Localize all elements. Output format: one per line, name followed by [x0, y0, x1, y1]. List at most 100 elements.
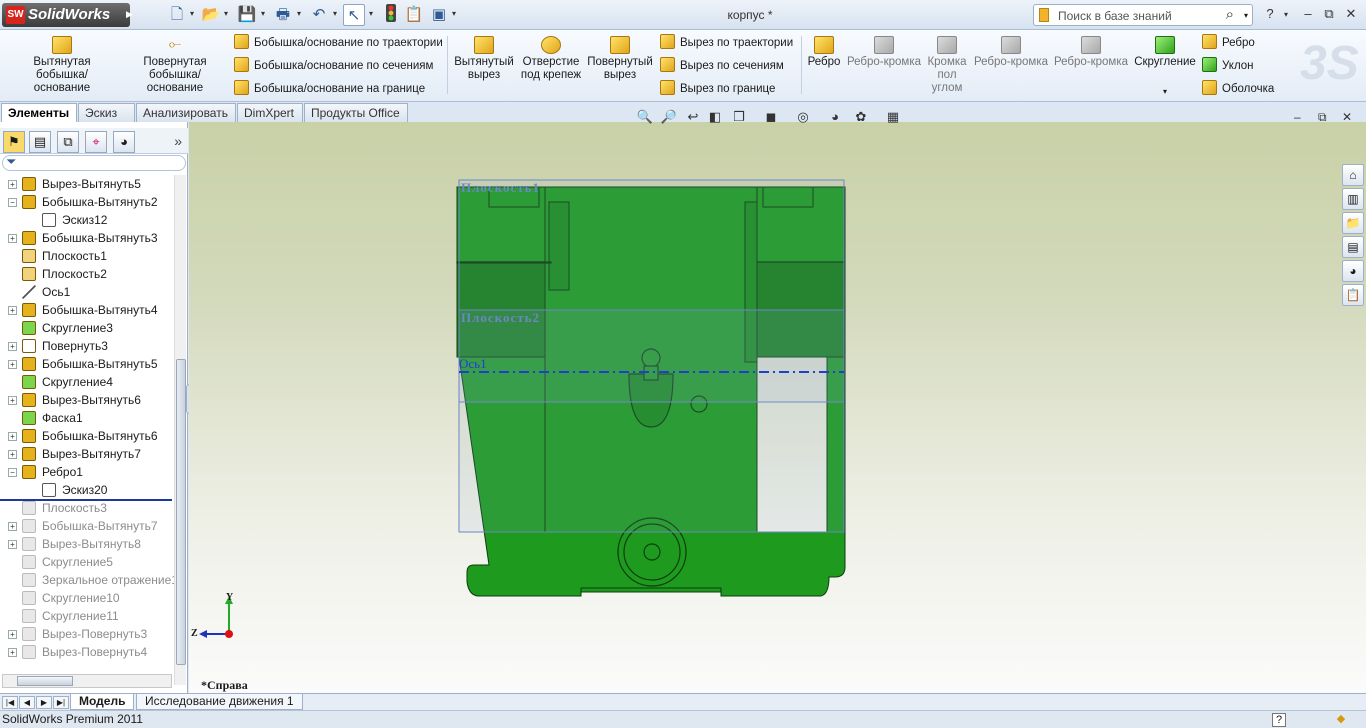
fillet-dropdown-icon[interactable]: ▾: [1132, 85, 1198, 98]
tab-evaluate[interactable]: Анализировать: [136, 103, 236, 122]
tab-features[interactable]: Элементы: [1, 103, 77, 122]
tree-item[interactable]: Скругление5: [0, 553, 174, 571]
fillet-button[interactable]: Скругление ▾: [1132, 36, 1198, 98]
search-dropdown-icon[interactable]: ▾: [1244, 11, 1248, 20]
rib-button[interactable]: Ребро: [806, 36, 842, 69]
tree-item[interactable]: + Вырез-Повернуть4: [0, 643, 174, 661]
view-settings-icon[interactable]: ▦: [884, 108, 902, 126]
tree-item[interactable]: Эскиз20: [0, 481, 174, 499]
open-dropdown-icon[interactable]: ▾: [224, 9, 228, 18]
swept-boss-button[interactable]: Бобышка/основание по траектории: [234, 34, 443, 51]
menu-arrow-icon[interactable]: ▶: [126, 9, 133, 20]
tree-item[interactable]: Плоскость3: [0, 499, 174, 517]
revolved-cut-button[interactable]: Повернутый вырез: [586, 36, 654, 82]
zoom-to-area-icon[interactable]: 🔎: [660, 108, 678, 126]
undo-icon[interactable]: ↶: [308, 4, 330, 26]
zoom-to-fit-icon[interactable]: 🔍: [636, 108, 654, 126]
tag-icon[interactable]: ◆: [1334, 713, 1348, 727]
knowledge-base-search[interactable]: Поиск в базе знаний ⌕ ▾: [1033, 4, 1253, 26]
new-dropdown-icon[interactable]: ▾: [190, 9, 194, 18]
rib-edge-button-3[interactable]: Ребро-кромка: [1052, 36, 1130, 69]
tree-item[interactable]: + Бобышка-Вытянуть7: [0, 517, 174, 535]
expand-icon[interactable]: +: [8, 540, 17, 549]
collapse-icon[interactable]: −: [8, 468, 17, 477]
tree-item[interactable]: − Бобышка-Вытянуть2: [0, 193, 174, 211]
expand-icon[interactable]: +: [8, 648, 17, 657]
configuration-manager-tab-icon[interactable]: ⧉: [57, 131, 79, 153]
shell-button[interactable]: Оболочка: [1202, 80, 1274, 97]
collapse-icon[interactable]: −: [8, 198, 17, 207]
tree-item[interactable]: + Вырез-Вытянуть8: [0, 535, 174, 553]
previous-view-icon[interactable]: ↩: [684, 108, 702, 126]
print-dropdown-icon[interactable]: ▾: [297, 9, 301, 18]
tree-item[interactable]: + Бобышка-Вытянуть5: [0, 355, 174, 373]
edit-appearance-icon[interactable]: ◕: [826, 108, 844, 126]
file-properties-icon[interactable]: 📋: [403, 4, 425, 26]
tree-item[interactable]: − Ребро1: [0, 463, 174, 481]
options-dropdown-icon[interactable]: ▾: [452, 9, 456, 18]
tab-motion-study[interactable]: Исследование движения 1: [136, 694, 303, 710]
prev-tab-icon[interactable]: ◀: [19, 696, 35, 709]
tree-item[interactable]: + Вырез-Вытянуть6: [0, 391, 174, 409]
tab-model[interactable]: Модель: [70, 694, 135, 710]
tree-item[interactable]: Скругление3: [0, 319, 174, 337]
viewport-minimize-icon[interactable]: –: [1294, 110, 1301, 124]
rollback-bar[interactable]: [0, 499, 172, 501]
close-icon[interactable]: ✕: [1343, 6, 1359, 22]
tree-item[interactable]: Скругление4: [0, 373, 174, 391]
apply-scene-icon[interactable]: ✿: [852, 108, 870, 126]
next-tab-icon[interactable]: ▶: [36, 696, 52, 709]
viewport-restore-icon[interactable]: ⧉: [1318, 110, 1327, 125]
save-dropdown-icon[interactable]: ▾: [261, 9, 265, 18]
design-library-icon[interactable]: ▥: [1342, 188, 1364, 210]
tab-sketch[interactable]: Эскиз: [78, 103, 135, 122]
viewport-close-icon[interactable]: ✕: [1342, 110, 1352, 124]
options-icon[interactable]: ▣: [428, 4, 450, 26]
tree-item[interactable]: + Повернуть3: [0, 337, 174, 355]
extruded-cut-button[interactable]: Вытянутый вырез: [452, 36, 516, 82]
feature-manager-tab-icon[interactable]: ⚑: [3, 131, 25, 153]
tree-filter-field[interactable]: ⏷: [2, 155, 186, 171]
rib-edge-button-2[interactable]: Ребро-кромка: [972, 36, 1050, 69]
view-orientation-icon[interactable]: ❒: [730, 108, 748, 126]
tree-item[interactable]: + Вырез-Повернуть3: [0, 625, 174, 643]
scrollbar-thumb[interactable]: [17, 676, 73, 686]
hide-show-items-icon[interactable]: ◎: [794, 108, 812, 126]
search-icon[interactable]: ⌕: [1226, 6, 1234, 23]
expand-icon[interactable]: +: [8, 234, 17, 243]
axis1-label[interactable]: Ось1: [459, 356, 487, 372]
hole-wizard-button[interactable]: Отверстие под крепеж: [520, 36, 582, 82]
tree-item[interactable]: Скругление10: [0, 589, 174, 607]
dimxpert-manager-tab-icon[interactable]: ⌖: [85, 131, 107, 153]
tree-item[interactable]: + Бобышка-Вытянуть3: [0, 229, 174, 247]
new-document-icon[interactable]: 🗋: [166, 4, 188, 26]
display-style-icon[interactable]: ◼: [762, 108, 780, 126]
home-icon[interactable]: ⌂: [1342, 164, 1364, 186]
rib-small-button[interactable]: Ребро: [1202, 34, 1255, 51]
solidworks-menu-button[interactable]: SW SolidWorks: [2, 3, 130, 27]
tree-item[interactable]: Плоскость1: [0, 247, 174, 265]
expand-icon[interactable]: +: [8, 342, 17, 351]
restore-icon[interactable]: ⧉: [1321, 6, 1337, 22]
plane1-label[interactable]: Плоскость1: [461, 180, 540, 196]
save-icon[interactable]: 💾: [236, 4, 258, 26]
expand-icon[interactable]: +: [8, 360, 17, 369]
display-manager-tab-icon[interactable]: ◕: [113, 131, 135, 153]
undo-dropdown-icon[interactable]: ▾: [333, 9, 337, 18]
tree-item[interactable]: Плоскость2: [0, 265, 174, 283]
revolved-boss-button[interactable]: ⟜ Повернутая бобышка/основание: [122, 36, 228, 95]
expand-icon[interactable]: +: [8, 522, 17, 531]
boundary-cut-button[interactable]: Вырез по границе: [660, 80, 775, 97]
expand-icon[interactable]: +: [8, 432, 17, 441]
status-help-icon[interactable]: ?: [1272, 713, 1286, 727]
tree-horizontal-scrollbar[interactable]: [2, 674, 172, 688]
print-icon[interactable]: 🖶: [272, 4, 294, 26]
expand-icon[interactable]: +: [8, 306, 17, 315]
minimize-icon[interactable]: –: [1300, 6, 1316, 21]
tree-vertical-scrollbar[interactable]: [174, 175, 186, 685]
select-cursor-icon[interactable]: ↖: [343, 4, 365, 26]
scrollbar-thumb[interactable]: [176, 359, 186, 665]
property-manager-tab-icon[interactable]: ▤: [29, 131, 51, 153]
first-tab-icon[interactable]: |◀: [2, 696, 18, 709]
tree-item[interactable]: + Вырез-Вытянуть7: [0, 445, 174, 463]
